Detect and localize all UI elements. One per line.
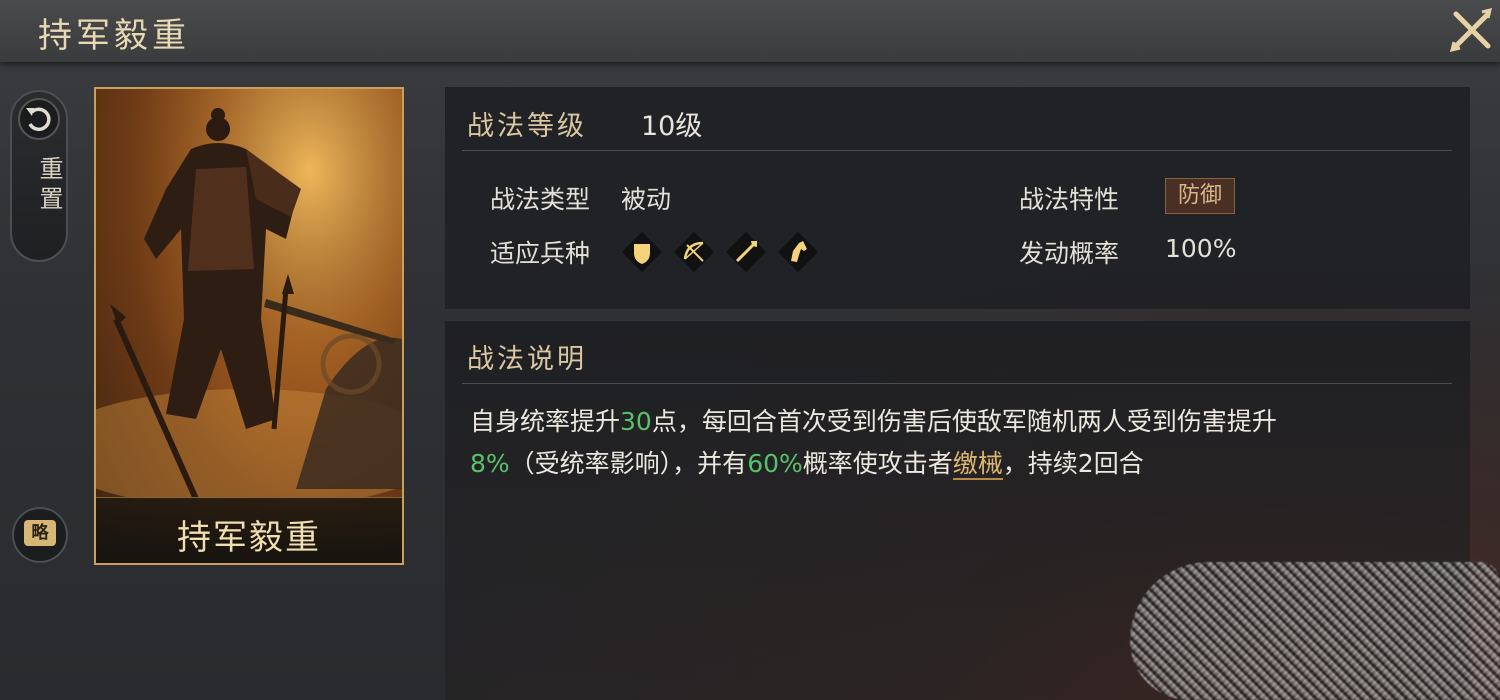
trait-label: 战法特性 [1019, 185, 1120, 214]
type-label: 战法类型 [490, 185, 591, 214]
watermark-noise [1130, 562, 1500, 700]
desc-part: ，持续2回合 [1002, 449, 1144, 478]
title-bar: 持军毅重 [0, 0, 1500, 62]
rate-label: 发动概率 [1019, 239, 1120, 268]
shield-troop-icon [622, 232, 662, 272]
level-label: 战法等级 [467, 111, 587, 142]
skill-card: 持军毅重 [94, 87, 404, 565]
trait-badge: 防御 [1165, 178, 1235, 214]
horse-troop-icon [778, 232, 818, 272]
scroll-icon: 略 [24, 520, 56, 546]
desc-part: （受统率影响），并有 [509, 449, 748, 478]
spear-troop-icon [726, 232, 766, 272]
close-button[interactable] [1448, 6, 1496, 54]
troops-label: 适应兵种 [490, 239, 591, 268]
type-value: 被动 [621, 185, 672, 214]
description-heading: 战法说明 [467, 344, 587, 375]
skill-info-panel: 战法等级 10级 战法类型 被动 战法特性 防御 适应兵种 发动概率 100% [445, 87, 1470, 309]
close-icon[interactable] [1448, 6, 1496, 54]
reset-button[interactable]: 重置 [10, 90, 68, 262]
reset-label: 重置 [35, 156, 63, 216]
desc-part: 概率使攻击者 [802, 449, 953, 478]
warrior-artwork [96, 89, 402, 499]
divider [462, 150, 1452, 151]
divider [462, 383, 1452, 384]
bow-troop-icon [674, 232, 714, 272]
page-title: 持军毅重 [38, 16, 190, 56]
card-name-bar: 持军毅重 [96, 497, 402, 563]
undo-icon [18, 98, 60, 140]
stat-bonus-value: 30 [620, 407, 652, 436]
damage-increase-value: 8% [470, 449, 510, 478]
description-text: 自身统率提升30点，每回合首次受到伤害后使敌军随机两人受到伤害提升 8%（受统率影… [470, 401, 1450, 485]
card-name: 持军毅重 [177, 518, 321, 558]
chance-value: 60% [747, 449, 803, 478]
disarm-keyword-link[interactable]: 缴械 [952, 449, 1003, 480]
strategy-button[interactable]: 略 [12, 507, 68, 563]
desc-part: 自身统率提升 [470, 407, 621, 436]
desc-part: 点，每回合首次受到伤害后使敌军随机两人受到伤害提升 [651, 407, 1277, 436]
level-value: 10级 [641, 111, 703, 142]
rate-value: 100% [1165, 234, 1237, 263]
